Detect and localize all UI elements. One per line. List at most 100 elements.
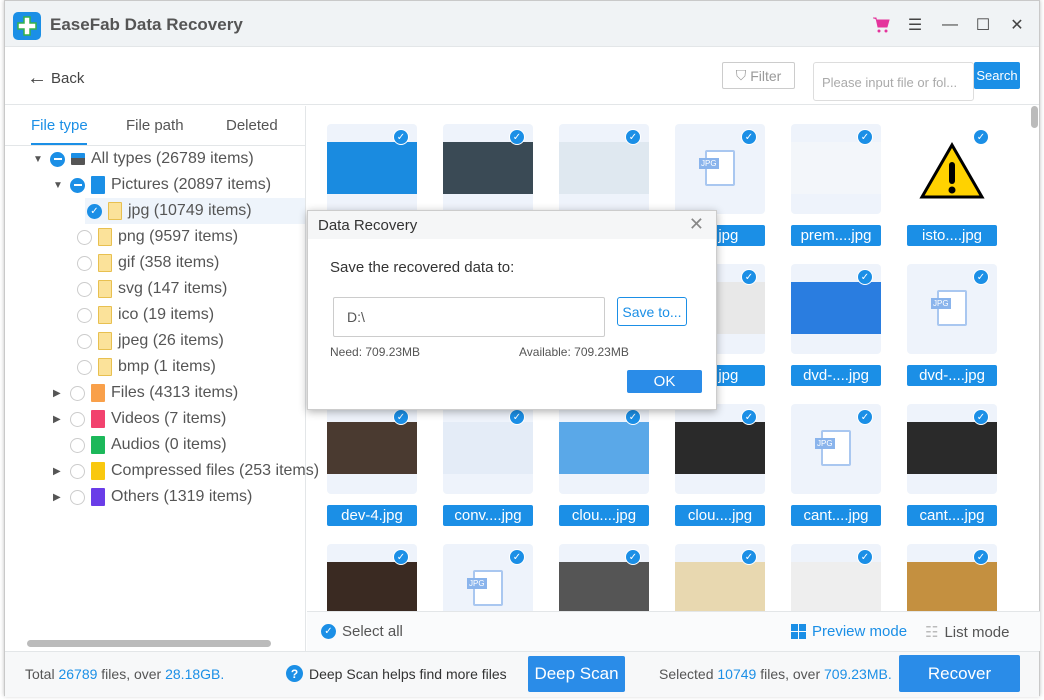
checkmark-icon[interactable]: ✓: [857, 549, 873, 565]
select-all-checkbox[interactable]: ✓ Select all: [321, 623, 403, 640]
checkbox[interactable]: [70, 489, 85, 505]
file-thumbnail[interactable]: ✓: [559, 404, 649, 494]
maximize-icon[interactable]: ☐: [973, 15, 993, 35]
file-name-label[interactable]: dvd-....jpg: [791, 365, 881, 386]
file-name-label[interactable]: clou....jpg: [675, 505, 765, 526]
checkbox[interactable]: [77, 281, 92, 297]
checkmark-icon[interactable]: ✓: [393, 549, 409, 565]
list-mode-button[interactable]: ☷ List mode: [925, 623, 1010, 642]
checkmark-icon[interactable]: ✓: [741, 129, 757, 145]
save-to-button[interactable]: Save to...: [617, 297, 687, 326]
checkmark-icon[interactable]: ✓: [857, 269, 873, 285]
file-thumbnail[interactable]: ✓: [907, 124, 997, 214]
checkbox[interactable]: [77, 333, 92, 349]
checkbox[interactable]: [77, 359, 92, 375]
file-thumbnail[interactable]: JPG ✓: [675, 124, 765, 214]
file-name-label[interactable]: dev-4.jpg: [327, 505, 417, 526]
menu-icon[interactable]: ☰: [905, 15, 925, 35]
checkmark-icon[interactable]: ✓: [973, 269, 989, 285]
checkbox[interactable]: ✓: [87, 203, 102, 219]
tree-item[interactable]: jpeg (26 items): [77, 328, 224, 354]
tree-item[interactable]: ▶ Files (4313 items): [53, 380, 238, 406]
file-thumbnail[interactable]: JPG ✓: [443, 544, 533, 611]
checkbox[interactable]: [70, 411, 85, 427]
caret-right-icon[interactable]: ▶: [53, 388, 63, 399]
tab-file-type[interactable]: File type: [31, 117, 88, 134]
checkmark-icon[interactable]: ✓: [741, 409, 757, 425]
search-input[interactable]: Please input file or fol...: [813, 62, 974, 101]
deep-scan-button[interactable]: Deep Scan: [528, 656, 625, 692]
tree-item[interactable]: ico (19 items): [77, 302, 214, 328]
file-thumbnail[interactable]: ✓: [443, 404, 533, 494]
tree-item[interactable]: ▶ Videos (7 items): [53, 406, 226, 432]
tree-item[interactable]: bmp (1 items): [77, 354, 216, 380]
caret-down-icon[interactable]: ▼: [53, 180, 63, 191]
checkmark-icon[interactable]: ✓: [973, 409, 989, 425]
file-name-label[interactable]: dvd-....jpg: [907, 365, 997, 386]
checkmark-icon[interactable]: ✓: [741, 269, 757, 285]
minimize-icon[interactable]: —: [940, 15, 960, 35]
checkbox[interactable]: [77, 229, 92, 245]
checkmark-icon[interactable]: ✓: [625, 129, 641, 145]
tree-item[interactable]: Audios (0 items): [53, 432, 227, 458]
file-thumbnail[interactable]: JPG ✓: [791, 404, 881, 494]
tree-item[interactable]: ▼ Pictures (20897 items): [53, 172, 271, 198]
preview-mode-button[interactable]: Preview mode: [791, 623, 907, 640]
file-name-label[interactable]: prem....jpg: [791, 225, 881, 246]
checkmark-icon[interactable]: ✓: [509, 549, 525, 565]
tree-item[interactable]: ▶ Compressed files (253 items): [53, 458, 319, 484]
back-button[interactable]: ← Back: [27, 67, 84, 90]
cart-icon[interactable]: [871, 15, 891, 35]
file-thumbnail[interactable]: ✓: [559, 544, 649, 611]
file-name-label[interactable]: cant....jpg: [907, 505, 997, 526]
filter-button[interactable]: ⛉ Filter: [722, 62, 795, 89]
file-thumbnail[interactable]: ✓: [327, 404, 417, 494]
checkmark-icon[interactable]: ✓: [625, 549, 641, 565]
file-name-label[interactable]: cant....jpg: [791, 505, 881, 526]
file-name-label[interactable]: conv....jpg: [443, 505, 533, 526]
checkbox[interactable]: [70, 437, 85, 453]
file-thumbnail[interactable]: ✓: [791, 264, 881, 354]
tab-file-path[interactable]: File path: [126, 117, 184, 134]
file-thumbnail[interactable]: ✓: [791, 124, 881, 214]
file-thumbnail[interactable]: JPG ✓: [907, 264, 997, 354]
save-path-input[interactable]: D:\: [333, 297, 605, 337]
tree-item[interactable]: ✓ jpg (10749 items): [85, 198, 305, 224]
tree-item[interactable]: ▶ Others (1319 items): [53, 484, 252, 510]
file-thumbnail[interactable]: ✓: [675, 544, 765, 611]
checkbox[interactable]: [70, 385, 85, 401]
checkbox[interactable]: [70, 177, 85, 193]
ok-button[interactable]: OK: [627, 370, 702, 393]
caret-down-icon[interactable]: ▼: [33, 154, 43, 165]
checkmark-icon[interactable]: ✓: [509, 409, 525, 425]
checkbox[interactable]: [70, 463, 85, 479]
file-name-label[interactable]: clou....jpg: [559, 505, 649, 526]
checkmark-icon[interactable]: ✓: [625, 409, 641, 425]
file-thumbnail[interactable]: ✓: [907, 404, 997, 494]
file-thumbnail[interactable]: ✓: [443, 124, 533, 214]
search-button[interactable]: Search: [974, 62, 1020, 89]
file-name-label[interactable]: isto....jpg: [907, 225, 997, 246]
checkbox[interactable]: [50, 151, 65, 167]
checkmark-icon[interactable]: ✓: [393, 129, 409, 145]
file-thumbnail[interactable]: ✓: [907, 544, 997, 611]
checkmark-icon[interactable]: ✓: [509, 129, 525, 145]
checkbox[interactable]: [77, 307, 92, 323]
file-thumbnail[interactable]: ✓: [675, 404, 765, 494]
checkbox[interactable]: [77, 255, 92, 271]
checkmark-icon[interactable]: ✓: [973, 129, 989, 145]
recover-button[interactable]: Recover: [899, 655, 1020, 692]
caret-right-icon[interactable]: ▶: [53, 414, 63, 425]
checkmark-icon[interactable]: ✓: [857, 129, 873, 145]
close-icon[interactable]: ✕: [1007, 15, 1027, 35]
file-thumbnail[interactable]: ✓: [559, 124, 649, 214]
tab-deleted[interactable]: Deleted: [226, 117, 278, 134]
tree-item[interactable]: svg (147 items): [77, 276, 227, 302]
checkmark-icon[interactable]: ✓: [741, 549, 757, 565]
file-thumbnail[interactable]: ✓: [327, 544, 417, 611]
caret-right-icon[interactable]: ▶: [53, 466, 63, 477]
checkmark-icon[interactable]: ✓: [393, 409, 409, 425]
file-thumbnail[interactable]: ✓: [791, 544, 881, 611]
checkmark-icon[interactable]: ✓: [857, 409, 873, 425]
checkmark-icon[interactable]: ✓: [973, 549, 989, 565]
